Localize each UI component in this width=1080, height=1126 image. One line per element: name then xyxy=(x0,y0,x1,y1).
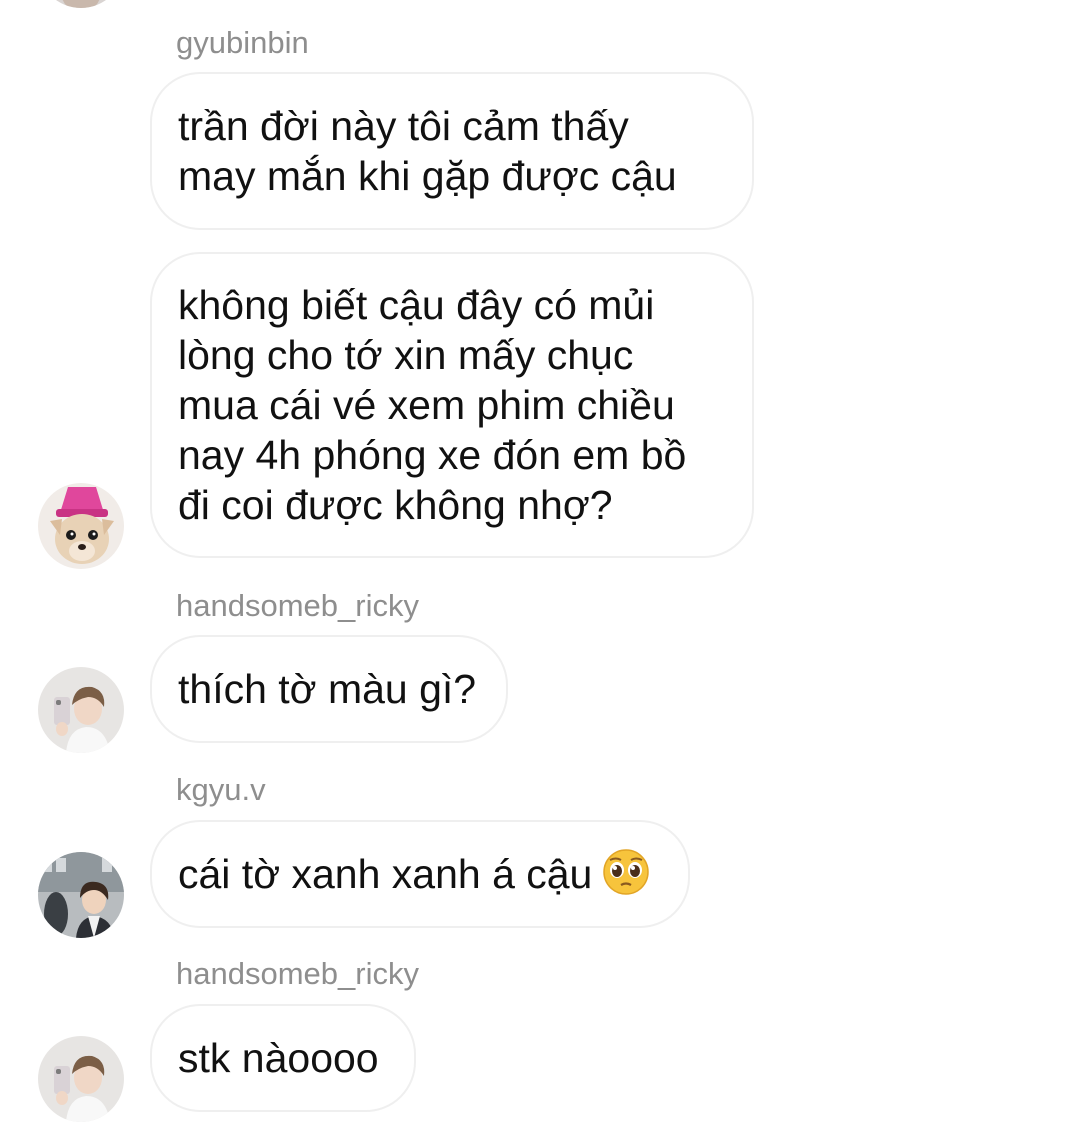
message-text: không biết cậu đây có mủi lòng cho tớ xi… xyxy=(178,282,687,528)
sender-username[interactable]: gyubinbin xyxy=(176,26,309,60)
mirror-selfie-avatar[interactable] xyxy=(38,667,124,753)
sender-username[interactable]: handsomeb_ricky xyxy=(176,957,419,991)
message-bubble[interactable]: stk nàoooo xyxy=(150,1004,416,1112)
message-text: trần đời này tôi cảm thấy may mắn khi gặ… xyxy=(178,103,677,199)
sender-username[interactable]: kgyu.v xyxy=(176,773,266,807)
sender-username[interactable]: handsomeb_ricky xyxy=(176,589,419,623)
avatar-partial[interactable] xyxy=(38,0,124,8)
chihuahua-pink-hat-avatar[interactable] xyxy=(38,483,124,569)
message-bubble[interactable]: trần đời này tôi cảm thấy may mắn khi gặ… xyxy=(150,72,754,230)
message-bubble[interactable]: không biết cậu đây có mủi lòng cho tớ xi… xyxy=(150,252,754,558)
mirror-selfie-avatar[interactable] xyxy=(38,1036,124,1122)
message-text: thích tờ màu gì? xyxy=(178,666,477,712)
message-text: cái tờ xanh xanh á cậu xyxy=(178,851,593,897)
pleading-face-emoji xyxy=(602,848,650,901)
message-text: stk nàoooo xyxy=(178,1035,379,1081)
outdoor-portrait-avatar[interactable] xyxy=(38,852,124,938)
message-bubble[interactable]: cái tờ xanh xanh á cậu xyxy=(150,820,690,928)
message-bubble[interactable]: thích tờ màu gì? xyxy=(150,635,508,743)
